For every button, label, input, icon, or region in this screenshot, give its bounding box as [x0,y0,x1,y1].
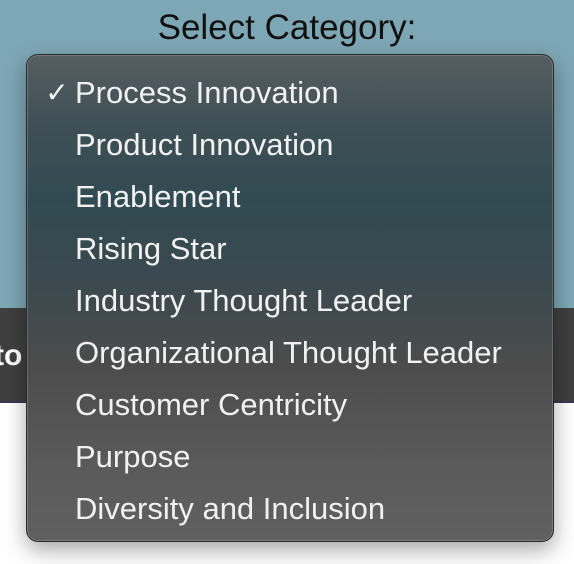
menu-item-industry-thought-leader[interactable]: Industry Thought Leader [27,275,553,327]
checkmark-icon: ✓ [45,77,69,108]
category-dropdown-menu[interactable]: ✓ Process Innovation Product Innovation … [26,54,554,542]
menu-item-enablement[interactable]: Enablement [27,171,553,223]
menu-item-process-innovation[interactable]: ✓ Process Innovation [27,67,553,119]
partially-hidden-bar-text: to [0,339,23,372]
menu-item-label: Diversity and Inclusion [75,491,386,526]
menu-item-customer-centricity[interactable]: Customer Centricity [27,379,553,431]
menu-item-purpose[interactable]: Purpose [27,431,553,483]
menu-item-label: Rising Star [75,231,227,266]
menu-item-label: Customer Centricity [75,387,348,422]
menu-item-label: Enablement [75,179,241,214]
menu-item-label: Process Innovation [75,75,339,110]
page-title: Select Category: [157,8,417,47]
menu-item-diversity-and-inclusion[interactable]: Diversity and Inclusion [27,483,553,535]
menu-item-label: Industry Thought Leader [75,283,413,318]
menu-item-label: Organizational Thought Leader [75,335,502,370]
menu-item-label: Purpose [75,439,191,474]
menu-item-rising-star[interactable]: Rising Star [27,223,553,275]
menu-item-product-innovation[interactable]: Product Innovation [27,119,553,171]
menu-item-organizational-thought-leader[interactable]: Organizational Thought Leader [27,327,553,379]
menu-item-label: Product Innovation [75,127,334,162]
